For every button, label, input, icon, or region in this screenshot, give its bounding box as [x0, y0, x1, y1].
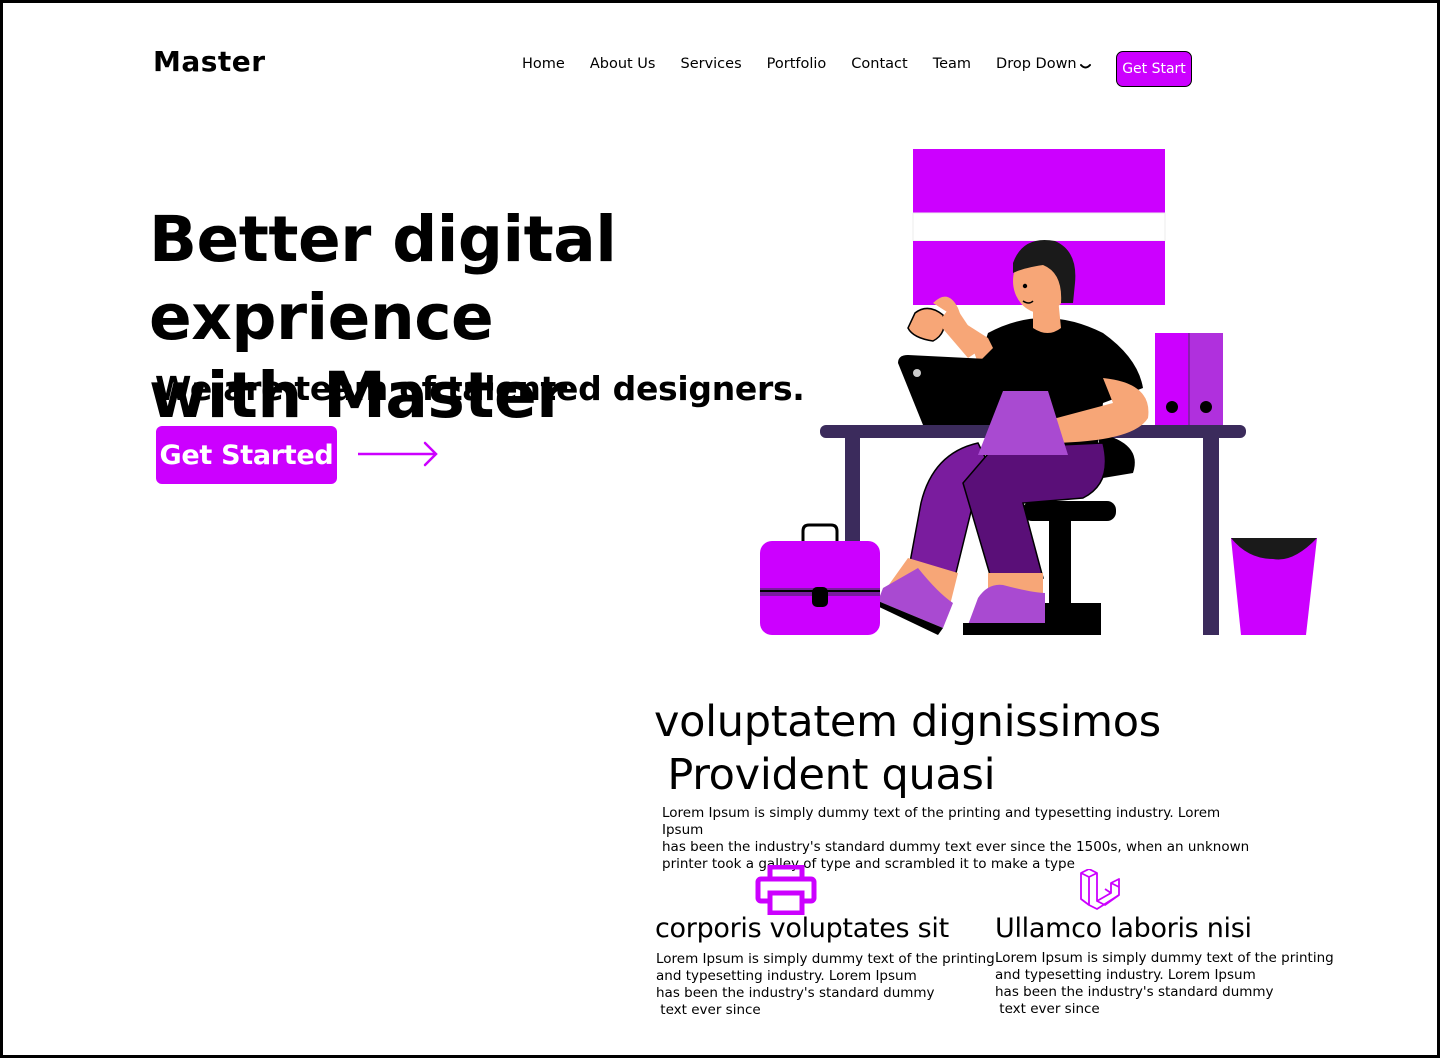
feature-1-line-4: text ever since	[656, 1002, 761, 1018]
binders	[1155, 333, 1223, 427]
nav-contact[interactable]: Contact	[851, 56, 907, 72]
nav-drop-down[interactable]: Drop Down	[996, 56, 1091, 72]
feature-title-1: corporis voluptates sit	[655, 913, 949, 944]
section-title-line-1: voluptatem dignissimos	[654, 697, 1161, 747]
section-title: voluptatem dignissimos Provident quasi	[654, 696, 1161, 802]
feature-body-2: Lorem Ipsum is simply dummy text of the …	[995, 950, 1335, 1018]
nav-services[interactable]: Services	[680, 56, 741, 72]
feature-title-2: Ullamco laboris nisi	[995, 913, 1252, 944]
feature-2-line-1: Lorem Ipsum is simply dummy text of the …	[995, 950, 1334, 966]
feature-2-line-2: and typesetting industry. Lorem Ipsum	[995, 967, 1256, 983]
feature-2-line-3: has been the industry's standard dummy	[995, 984, 1274, 1000]
trash-bin	[1231, 538, 1317, 635]
chevron-down-icon	[1079, 64, 1091, 69]
bag	[760, 523, 880, 635]
section-body: Lorem Ipsum is simply dummy text of the …	[662, 805, 1262, 873]
feature-1-line-2: and typesetting industry. Lorem Ipsum	[656, 968, 917, 984]
laravel-icon	[1080, 869, 1120, 910]
printer-icon	[755, 865, 817, 915]
get-start-button[interactable]: Get Start	[1116, 51, 1192, 87]
nav-portfolio[interactable]: Portfolio	[767, 56, 827, 72]
section-body-line-2: has been the industry's standard dummy t…	[662, 839, 1250, 855]
logo[interactable]: Master	[153, 45, 266, 78]
feature-2-line-4: text ever since	[995, 1001, 1100, 1017]
nav-team[interactable]: Team	[933, 56, 971, 72]
main-nav: Home About Us Services Portfolio Contact…	[522, 56, 1091, 72]
hero-illustration	[760, 149, 1317, 635]
section-body-line-3: printer took a galley of type and scramb…	[662, 856, 1075, 872]
hero-subtitle: We are team of talented designers.	[155, 369, 805, 408]
section-title-line-2: Provident quasi	[654, 750, 996, 800]
nav-home[interactable]: Home	[522, 56, 565, 72]
get-started-button[interactable]: Get Started	[156, 426, 337, 484]
section-body-line-1: Lorem Ipsum is simply dummy text of the …	[662, 805, 1221, 838]
arrow-right-icon[interactable]	[357, 441, 439, 467]
feature-1-line-3: has been the industry's standard dummy	[656, 985, 935, 1001]
feature-body-1: Lorem Ipsum is simply dummy text of the …	[656, 951, 996, 1019]
feature-1-line-1: Lorem Ipsum is simply dummy text of the …	[656, 951, 995, 967]
nav-about-us[interactable]: About Us	[590, 56, 656, 72]
nav-drop-down-label: Drop Down	[996, 56, 1077, 72]
